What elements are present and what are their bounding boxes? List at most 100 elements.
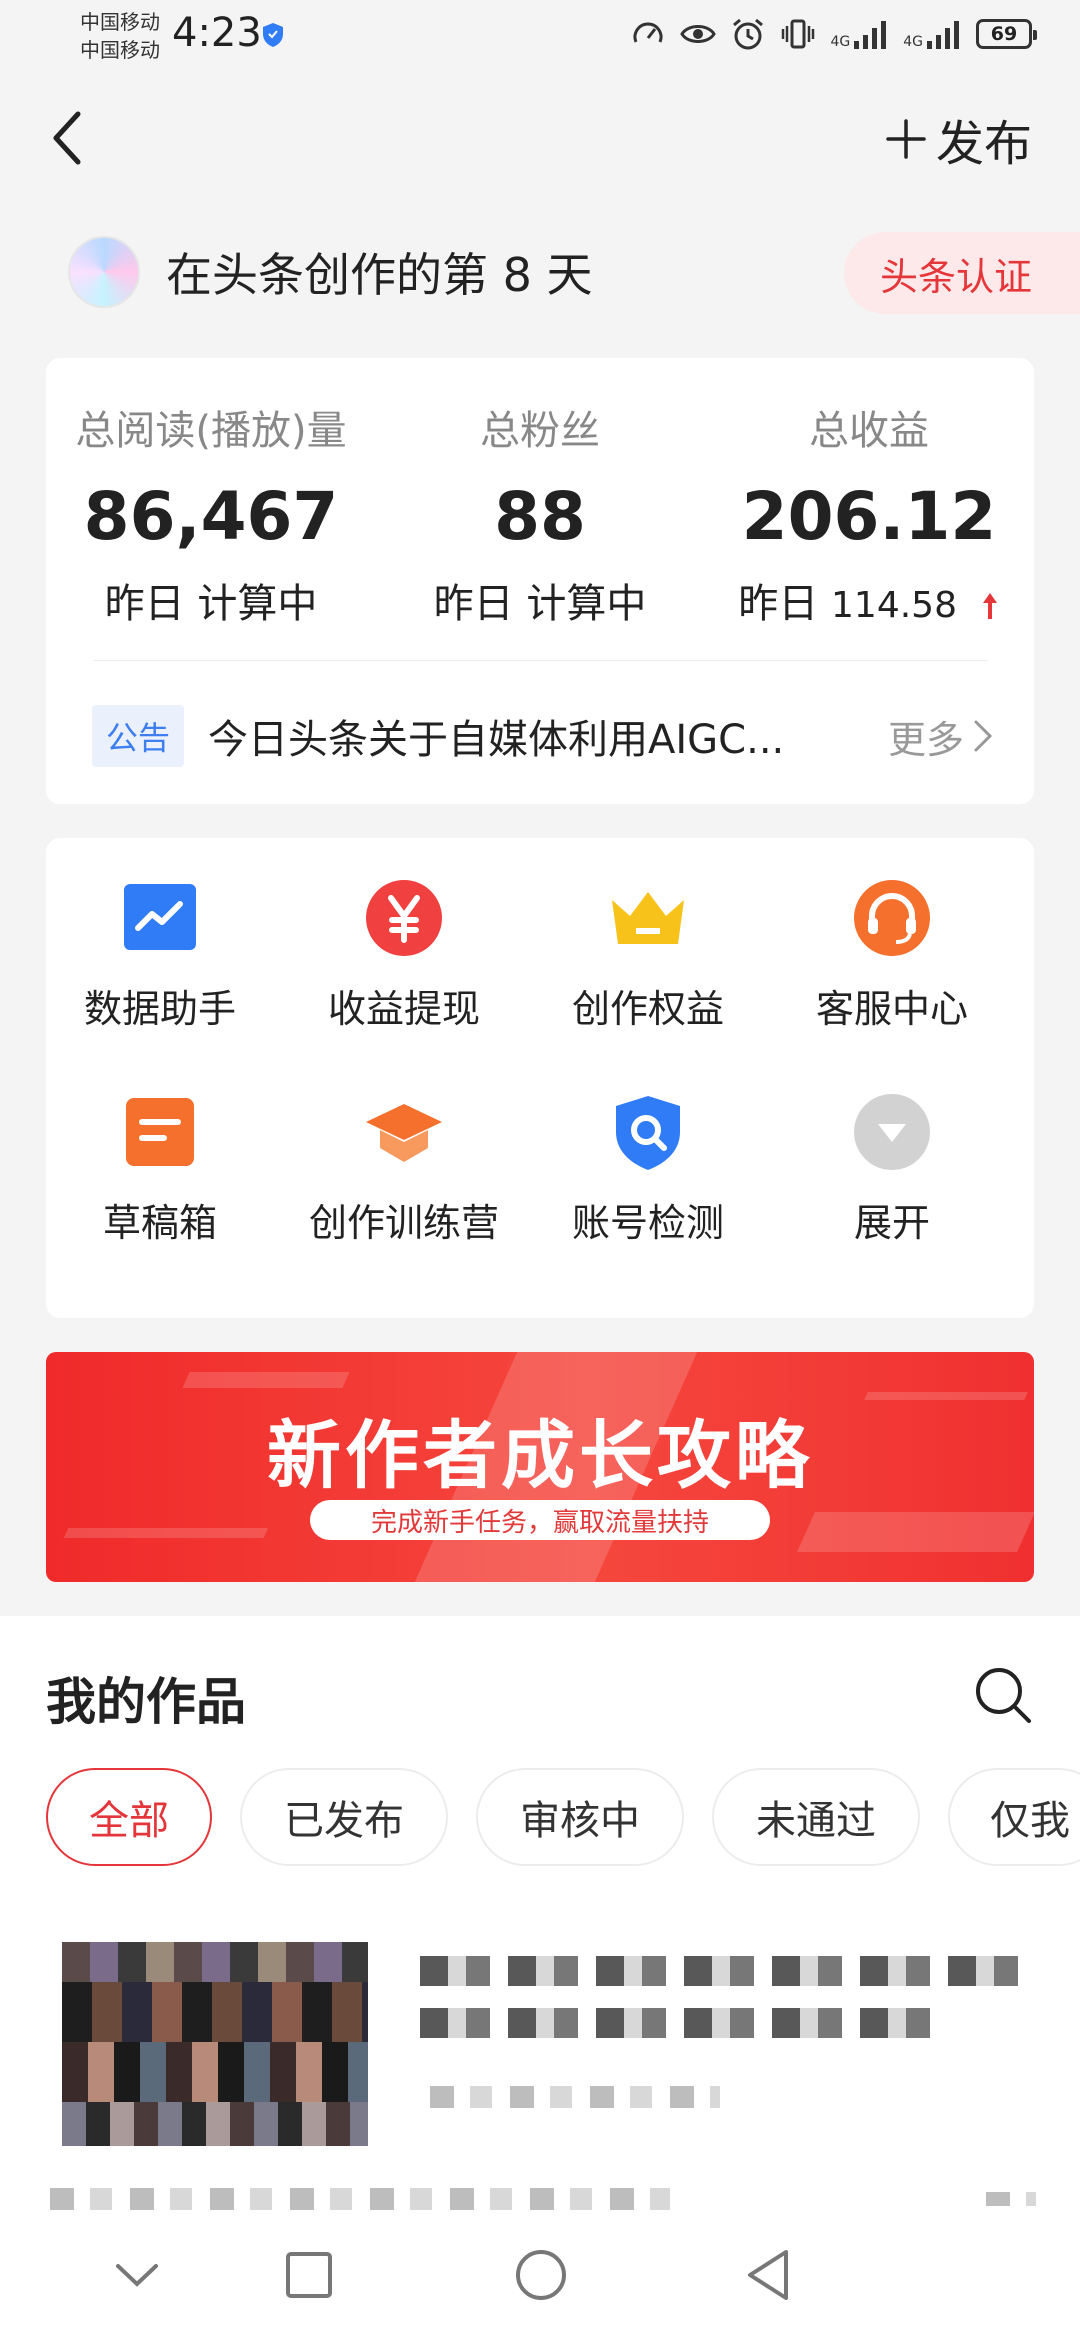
home-circle-icon[interactable] <box>514 2248 568 2302</box>
status-time: 4:23 <box>172 10 262 56</box>
creator-days-text: 在头条创作的第 8 天 <box>166 248 593 302</box>
publish-label: 发布 <box>935 116 1032 172</box>
yuan-icon <box>366 880 442 956</box>
tool-data-assistant[interactable]: 数据助手 <box>40 878 280 1033</box>
tool-training-camp[interactable]: 创作训练营 <box>284 1092 524 1247</box>
creator-info: 在头条创作的第 8 天 <box>68 236 593 308</box>
carrier-2: 中国移动 <box>80 38 160 62</box>
filter-rejected[interactable]: 未通过 <box>712 1768 920 1866</box>
tool-drafts[interactable]: 草稿箱 <box>40 1092 280 1247</box>
stat-sub: 昨日 114.58 <box>704 571 1034 629</box>
stat-total-fans[interactable]: 总粉丝 88 昨日 计算中 <box>375 398 705 629</box>
tool-label: 数据助手 <box>83 987 236 1031</box>
growth-guide-banner[interactable]: 新作者成长攻略 完成新手任务，赢取流量扶持 <box>46 1352 1034 1582</box>
banner-stripe <box>182 1372 350 1388</box>
signal-2: 4G <box>903 19 962 49</box>
tool-creator-benefits[interactable]: 创作权益 <box>528 878 768 1033</box>
announcement-text[interactable]: 今日头条关于自媒体利用AIGC... <box>208 707 828 765</box>
chart-icon <box>124 884 196 950</box>
work-thumbnail[interactable] <box>62 1942 368 2146</box>
signal-bars-icon <box>927 21 959 49</box>
stat-value: 86,467 <box>83 478 339 555</box>
back-icon[interactable] <box>44 104 100 172</box>
more-link[interactable]: 更多 <box>888 709 994 764</box>
tool-label: 收益提现 <box>327 987 480 1031</box>
tool-label: 创作权益 <box>571 987 724 1031</box>
status-bar: 中国移动 中国移动 4:23 4G 4G 69 <box>0 0 1080 72</box>
tool-account-check[interactable]: 账号检测 <box>528 1092 768 1247</box>
tool-label: 客服中心 <box>815 987 968 1031</box>
network-type-1: 4G <box>830 34 851 50</box>
recents-square-icon[interactable] <box>284 2250 334 2300</box>
work-meta-blurred <box>430 2086 720 2108</box>
tool-label: 创作训练营 <box>308 1201 499 1245</box>
stat-sub: 昨日 计算中 <box>433 581 647 627</box>
search-icon[interactable] <box>972 1664 1034 1726</box>
tool-label: 账号检测 <box>571 1201 724 1245</box>
back-triangle-icon[interactable] <box>744 2248 794 2302</box>
carrier-1: 中国移动 <box>80 10 160 34</box>
thumbnail-pixels <box>62 2102 368 2146</box>
works-filter-tabs: 全部 已发布 审核中 未通过 仅我 <box>46 1768 1080 1866</box>
tool-earnings-withdraw[interactable]: 收益提现 <box>284 878 524 1033</box>
thumbnail-pixels <box>62 2042 368 2102</box>
work-title-blurred <box>420 2008 940 2038</box>
banner-stripe <box>797 1512 1034 1552</box>
tool-label: 展开 <box>853 1201 930 1245</box>
stat-label: 总收益 <box>809 408 929 454</box>
vibrate-icon <box>782 19 815 49</box>
draft-icon <box>126 1098 194 1166</box>
filter-published[interactable]: 已发布 <box>240 1768 448 1866</box>
stat-total-reads[interactable]: 总阅读(播放)量 86,467 昨日 计算中 <box>46 398 376 629</box>
filter-under-review[interactable]: 审核中 <box>476 1768 684 1866</box>
banner-title: 新作者成长攻略 <box>267 1413 813 1499</box>
carrier-labels: 中国移动 中国移动 <box>80 8 160 64</box>
avatar[interactable] <box>68 236 140 308</box>
shield-search-icon <box>616 1096 680 1170</box>
speedometer-icon <box>633 22 663 43</box>
tool-expand[interactable]: 展开 <box>772 1092 1012 1247</box>
more-label: 更多 <box>887 717 964 762</box>
works-title: 我的作品 <box>46 1673 246 1731</box>
system-navigation-bar <box>0 2224 1080 2340</box>
banner-subtitle: 完成新手任务，赢取流量扶持 <box>310 1500 770 1540</box>
filter-all[interactable]: 全部 <box>46 1768 212 1866</box>
chevron-down-icon[interactable] <box>114 2260 160 2290</box>
thumbnail-pixels <box>62 1982 368 2042</box>
stats-card: 总阅读(播放)量 86,467 昨日 计算中 总粉丝 88 昨日 计算中 总收益… <box>46 358 1034 804</box>
publish-button[interactable]: 发布 <box>886 104 1032 174</box>
signal-bars-icon <box>854 21 887 49</box>
tool-customer-service[interactable]: 客服中心 <box>772 878 1012 1033</box>
graduation-cap-icon <box>366 1104 442 1162</box>
stat-sub-value: 114.58 <box>831 585 957 626</box>
status-icons: 4G 4G 69 <box>630 16 1037 52</box>
battery-level: 69 <box>990 23 1018 45</box>
chevron-right-icon <box>974 720 993 752</box>
work-stats-blurred <box>50 2188 670 2210</box>
network-type-2: 4G <box>903 34 923 50</box>
announcement-tag: 公告 <box>92 705 185 767</box>
filter-only-me[interactable]: 仅我 <box>948 1768 1080 1866</box>
announcement-row[interactable]: 公告 今日头条关于自媒体利用AIGC... 更多 <box>92 704 994 768</box>
expand-icon <box>854 1094 930 1170</box>
toutiao-cert-button[interactable]: 头条认证 <box>844 232 1080 314</box>
battery-icon: 69 <box>976 19 1037 49</box>
arrow-up-icon <box>982 593 997 619</box>
tool-label: 草稿箱 <box>102 1201 217 1245</box>
crown-icon <box>612 892 684 944</box>
stat-value: 88 <box>494 478 586 555</box>
stat-label: 总粉丝 <box>480 408 600 454</box>
signal-1: 4G <box>830 19 889 49</box>
alarm-icon <box>733 18 764 50</box>
top-nav: 发布 <box>0 90 1080 186</box>
divider <box>94 660 988 661</box>
work-title-blurred[interactable] <box>420 1956 1020 1986</box>
eye-icon <box>680 25 717 43</box>
stat-total-earnings[interactable]: 总收益 206.12 昨日 114.58 <box>704 398 1034 629</box>
banner-stripe <box>63 1528 269 1538</box>
stat-sub-prefix: 昨日 <box>738 581 819 627</box>
work-stats-blurred <box>986 2192 1036 2206</box>
security-shield-icon <box>263 23 283 47</box>
plus-icon <box>886 119 926 159</box>
stat-label: 总阅读(播放)量 <box>75 408 347 454</box>
